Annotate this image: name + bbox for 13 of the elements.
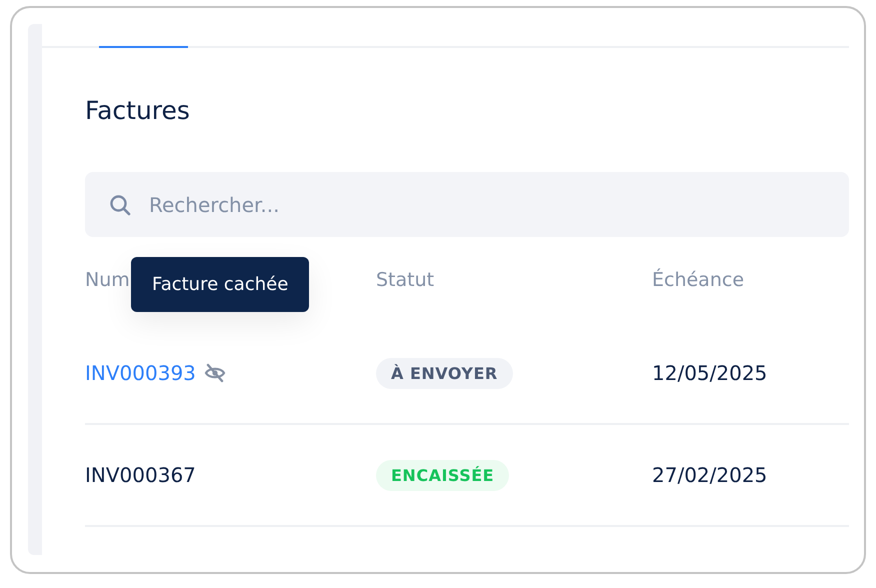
status-badge: ENCAISSÉE	[376, 460, 510, 490]
due-date: 12/05/2025	[652, 361, 768, 385]
eye-off-icon	[204, 363, 226, 383]
column-header: Échéance	[652, 269, 744, 291]
status-badge: À ENVOYER	[376, 358, 513, 388]
column-header: Statut	[376, 269, 434, 291]
invoice-number: INV000367	[85, 463, 196, 487]
column-header: Num	[85, 269, 130, 291]
page-title: Factures	[85, 95, 191, 127]
due-date: 27/02/2025	[652, 463, 768, 487]
search-field[interactable]: Rechercher...	[85, 172, 849, 237]
tooltip: Facture cachée	[131, 257, 310, 312]
invoice-link[interactable]: INV000393	[85, 361, 196, 385]
